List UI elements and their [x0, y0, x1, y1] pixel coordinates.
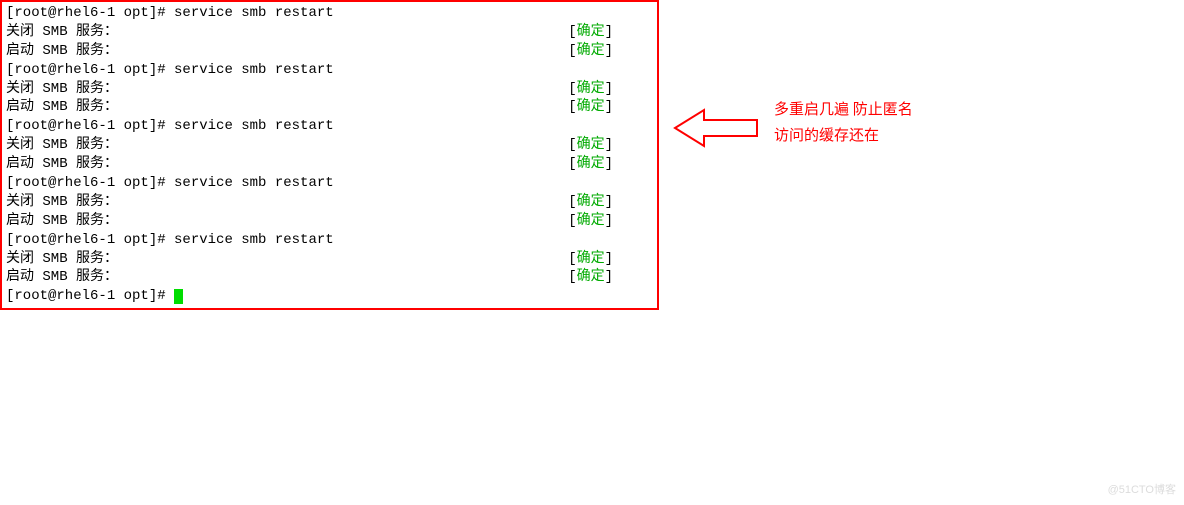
- service-start-label: 启动 SMB 服务：: [6, 155, 118, 174]
- terminal-status-line: 关闭 SMB 服务： [确定]: [6, 250, 653, 269]
- service-start-label: 启动 SMB 服务：: [6, 98, 118, 117]
- terminal-output-box: [root@rhel6-1 opt]# service smb restart …: [0, 0, 659, 310]
- terminal-status-line: 关闭 SMB 服务： [确定]: [6, 80, 653, 99]
- prompt: [root@rhel6-1 opt]#: [6, 288, 174, 304]
- service-start-label: 启动 SMB 服务：: [6, 268, 118, 287]
- service-close-label: 关闭 SMB 服务：: [6, 80, 118, 99]
- arrow-left-icon: [672, 100, 760, 156]
- status-result: [确定]: [568, 250, 653, 269]
- prompt: [root@rhel6-1 opt]#: [6, 118, 174, 134]
- status-result: [确定]: [568, 42, 653, 61]
- status-result: [确定]: [568, 136, 653, 155]
- terminal-status-line: 启动 SMB 服务： [确定]: [6, 155, 653, 174]
- prompt: [root@rhel6-1 opt]#: [6, 175, 174, 191]
- terminal-status-line: 启动 SMB 服务： [确定]: [6, 268, 653, 287]
- terminal-line: [root@rhel6-1 opt]# service smb restart: [6, 231, 653, 250]
- status-result: [确定]: [568, 155, 653, 174]
- annotation: 多重启几遍 防止匿名 访问的缓存还在: [672, 100, 913, 156]
- command: service smb restart: [174, 175, 334, 191]
- command: service smb restart: [174, 118, 334, 134]
- service-close-label: 关闭 SMB 服务：: [6, 250, 118, 269]
- service-close-label: 关闭 SMB 服务：: [6, 193, 118, 212]
- terminal-status-line: 启动 SMB 服务： [确定]: [6, 42, 653, 61]
- status-result: [确定]: [568, 268, 653, 287]
- command: service smb restart: [174, 5, 334, 21]
- command: service smb restart: [174, 232, 334, 248]
- service-start-label: 启动 SMB 服务：: [6, 42, 118, 61]
- watermark: @51CTO博客: [1108, 481, 1176, 497]
- terminal-line: [root@rhel6-1 opt]# service smb restart: [6, 61, 653, 80]
- service-close-label: 关闭 SMB 服务：: [6, 136, 118, 155]
- annotation-text: 多重启几遍 防止匿名 访问的缓存还在: [774, 98, 913, 149]
- status-result: [确定]: [568, 212, 653, 231]
- prompt: [root@rhel6-1 opt]#: [6, 232, 174, 248]
- status-result: [确定]: [568, 80, 653, 99]
- terminal-status-line: 关闭 SMB 服务： [确定]: [6, 193, 653, 212]
- terminal-status-line: 启动 SMB 服务： [确定]: [6, 212, 653, 231]
- status-result: [确定]: [568, 193, 653, 212]
- prompt: [root@rhel6-1 opt]#: [6, 5, 174, 21]
- terminal-status-line: 关闭 SMB 服务： [确定]: [6, 136, 653, 155]
- service-close-label: 关闭 SMB 服务：: [6, 23, 118, 42]
- service-start-label: 启动 SMB 服务：: [6, 212, 118, 231]
- annotation-line: 访问的缓存还在: [774, 124, 913, 150]
- terminal-prompt-line[interactable]: [root@rhel6-1 opt]#: [6, 287, 653, 306]
- terminal-status-line: 启动 SMB 服务： [确定]: [6, 98, 653, 117]
- terminal-line: [root@rhel6-1 opt]# service smb restart: [6, 117, 653, 136]
- annotation-line: 多重启几遍 防止匿名: [774, 98, 913, 124]
- status-result: [确定]: [568, 98, 653, 117]
- terminal-status-line: 关闭 SMB 服务： [确定]: [6, 23, 653, 42]
- cursor-icon: [174, 289, 183, 304]
- command: service smb restart: [174, 62, 334, 78]
- terminal-line: [root@rhel6-1 opt]# service smb restart: [6, 174, 653, 193]
- terminal-line: [root@rhel6-1 opt]# service smb restart: [6, 4, 653, 23]
- status-result: [确定]: [568, 23, 653, 42]
- prompt: [root@rhel6-1 opt]#: [6, 62, 174, 78]
